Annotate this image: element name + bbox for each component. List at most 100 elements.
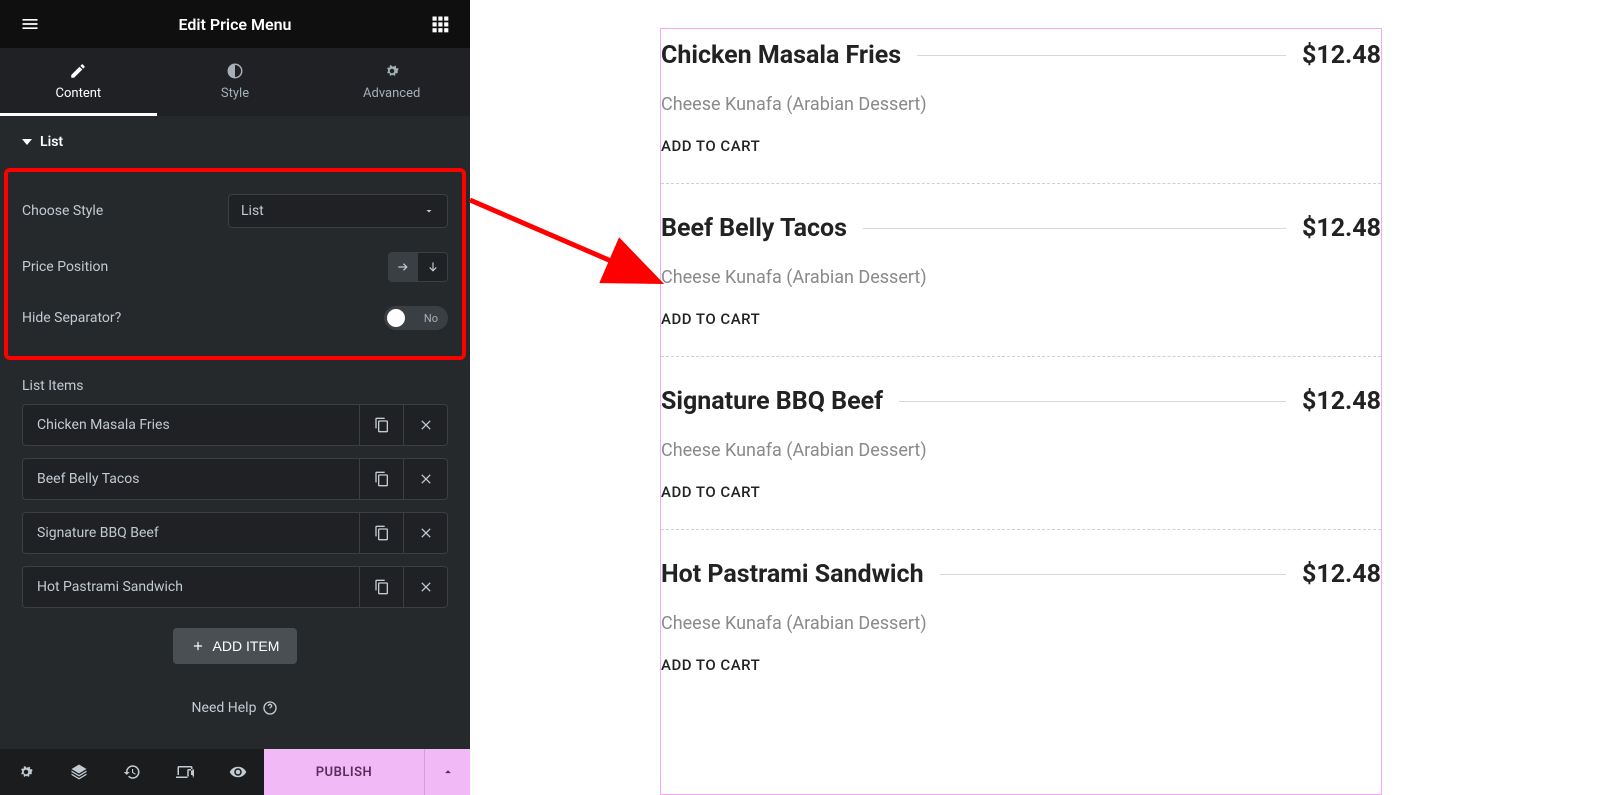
list-item-name[interactable]: Signature BBQ Beef (22, 512, 360, 554)
navigator-button[interactable] (53, 749, 106, 795)
chevron-down-icon (22, 139, 32, 145)
add-item-wrap: ADD ITEM (0, 608, 470, 684)
menu-item-title: Beef Belly Tacos (661, 214, 847, 243)
tab-style[interactable]: Style (157, 48, 314, 116)
publish-button[interactable]: PUBLISH (264, 749, 424, 795)
publish-label: PUBLISH (316, 765, 373, 780)
need-help-label: Need Help (192, 700, 257, 716)
add-to-cart-link[interactable]: ADD TO CART (661, 483, 1381, 501)
menu-item-separator (917, 55, 1286, 56)
add-to-cart-link[interactable]: ADD TO CART (661, 656, 1381, 674)
preview-button[interactable] (211, 749, 264, 795)
close-icon (418, 417, 434, 433)
menu-item-description: Cheese Kunafa (Arabian Dessert) (661, 613, 1381, 634)
price-menu-widget[interactable]: Chicken Masala Fries $12.48 Cheese Kunaf… (660, 28, 1382, 795)
arrow-down-icon (426, 260, 440, 274)
help-icon (262, 700, 278, 716)
menu-item-header: Signature BBQ Beef $12.48 (661, 387, 1381, 416)
choose-style-select[interactable]: List (228, 194, 448, 228)
tab-content[interactable]: Content (0, 48, 157, 116)
choose-style-row: Choose Style List (22, 182, 448, 240)
price-position-label: Price Position (22, 259, 108, 275)
pencil-icon (69, 62, 87, 80)
list-item-name[interactable]: Hot Pastrami Sandwich (22, 566, 360, 608)
add-to-cart-link[interactable]: ADD TO CART (661, 310, 1381, 328)
list-item: Beef Belly Tacos (22, 458, 448, 500)
choose-style-value: List (241, 203, 264, 219)
tab-style-label: Style (221, 86, 249, 101)
menu-item-header: Beef Belly Tacos $12.48 (661, 214, 1381, 243)
section-list-title: List (40, 134, 63, 150)
preview-area: Chicken Masala Fries $12.48 Cheese Kunaf… (470, 0, 1600, 795)
menu-item-separator (940, 574, 1286, 575)
delete-button[interactable] (404, 404, 448, 446)
menu-item-price: $12.48 (1302, 387, 1381, 416)
hide-separator-toggle[interactable]: No (384, 306, 448, 330)
list-item: Hot Pastrami Sandwich (22, 566, 448, 608)
publish-options-button[interactable] (424, 749, 470, 795)
price-position-row: Price Position (22, 240, 448, 294)
price-position-group (388, 252, 448, 282)
tab-advanced[interactable]: Advanced (313, 48, 470, 116)
menu-item-price: $12.48 (1302, 41, 1381, 70)
add-to-cart-link[interactable]: ADD TO CART (661, 137, 1381, 155)
duplicate-button[interactable] (360, 404, 404, 446)
copy-icon (374, 525, 390, 541)
close-icon (418, 579, 434, 595)
section-list-header[interactable]: List (0, 116, 470, 168)
tab-content-label: Content (56, 86, 102, 101)
apps-icon[interactable] (428, 12, 452, 36)
delete-button[interactable] (404, 458, 448, 500)
responsive-button[interactable] (158, 749, 211, 795)
menu-item-price: $12.48 (1302, 560, 1381, 589)
chevron-up-icon (441, 765, 455, 779)
menu-item-description: Cheese Kunafa (Arabian Dessert) (661, 440, 1381, 461)
eye-icon (229, 763, 247, 781)
menu-item-description: Cheese Kunafa (Arabian Dessert) (661, 94, 1381, 115)
need-help-link[interactable]: Need Help (0, 684, 470, 732)
price-position-down[interactable] (418, 252, 448, 282)
settings-button[interactable] (0, 749, 53, 795)
close-icon (418, 525, 434, 541)
list-item-name[interactable]: Beef Belly Tacos (22, 458, 360, 500)
menu-item-separator (899, 401, 1286, 402)
copy-icon (374, 579, 390, 595)
bottom-toolbar: PUBLISH (0, 749, 470, 795)
price-position-right[interactable] (388, 252, 418, 282)
toggle-knob (387, 309, 405, 327)
hide-separator-label: Hide Separator? (22, 310, 121, 326)
list-item-name[interactable]: Chicken Masala Fries (22, 404, 360, 446)
gear-icon (17, 763, 35, 781)
menu-item-title: Hot Pastrami Sandwich (661, 560, 924, 589)
menu-item-description: Cheese Kunafa (Arabian Dessert) (661, 267, 1381, 288)
delete-button[interactable] (404, 512, 448, 554)
menu-item-header: Chicken Masala Fries $12.48 (661, 41, 1381, 70)
menu-item-title: Chicken Masala Fries (661, 41, 901, 70)
menu-item-header: Hot Pastrami Sandwich $12.48 (661, 560, 1381, 589)
sidebar-title: Edit Price Menu (42, 15, 428, 34)
add-item-label: ADD ITEM (213, 638, 280, 654)
menu-item: Hot Pastrami Sandwich $12.48 Cheese Kuna… (661, 529, 1381, 702)
menu-item: Signature BBQ Beef $12.48 Cheese Kunafa … (661, 356, 1381, 529)
add-item-button[interactable]: ADD ITEM (173, 628, 298, 664)
menu-icon[interactable] (18, 12, 42, 36)
choose-style-label: Choose Style (22, 203, 103, 219)
chevron-down-icon (423, 205, 435, 217)
history-button[interactable] (106, 749, 159, 795)
delete-button[interactable] (404, 566, 448, 608)
duplicate-button[interactable] (360, 512, 404, 554)
panel-body: List Choose Style List Price Position (0, 116, 470, 749)
plus-icon (191, 639, 205, 653)
duplicate-button[interactable] (360, 458, 404, 500)
list-items-label: List Items (0, 360, 470, 404)
menu-item-title: Signature BBQ Beef (661, 387, 883, 416)
contrast-icon (226, 62, 244, 80)
sidebar-header: Edit Price Menu (0, 0, 470, 48)
duplicate-button[interactable] (360, 566, 404, 608)
layers-icon (70, 763, 88, 781)
bottom-icons (0, 749, 264, 795)
hide-separator-row: Hide Separator? No (22, 294, 448, 342)
gear-icon (383, 62, 401, 80)
tab-advanced-label: Advanced (363, 86, 420, 101)
highlight-annotation: Choose Style List Price Position (4, 168, 466, 360)
